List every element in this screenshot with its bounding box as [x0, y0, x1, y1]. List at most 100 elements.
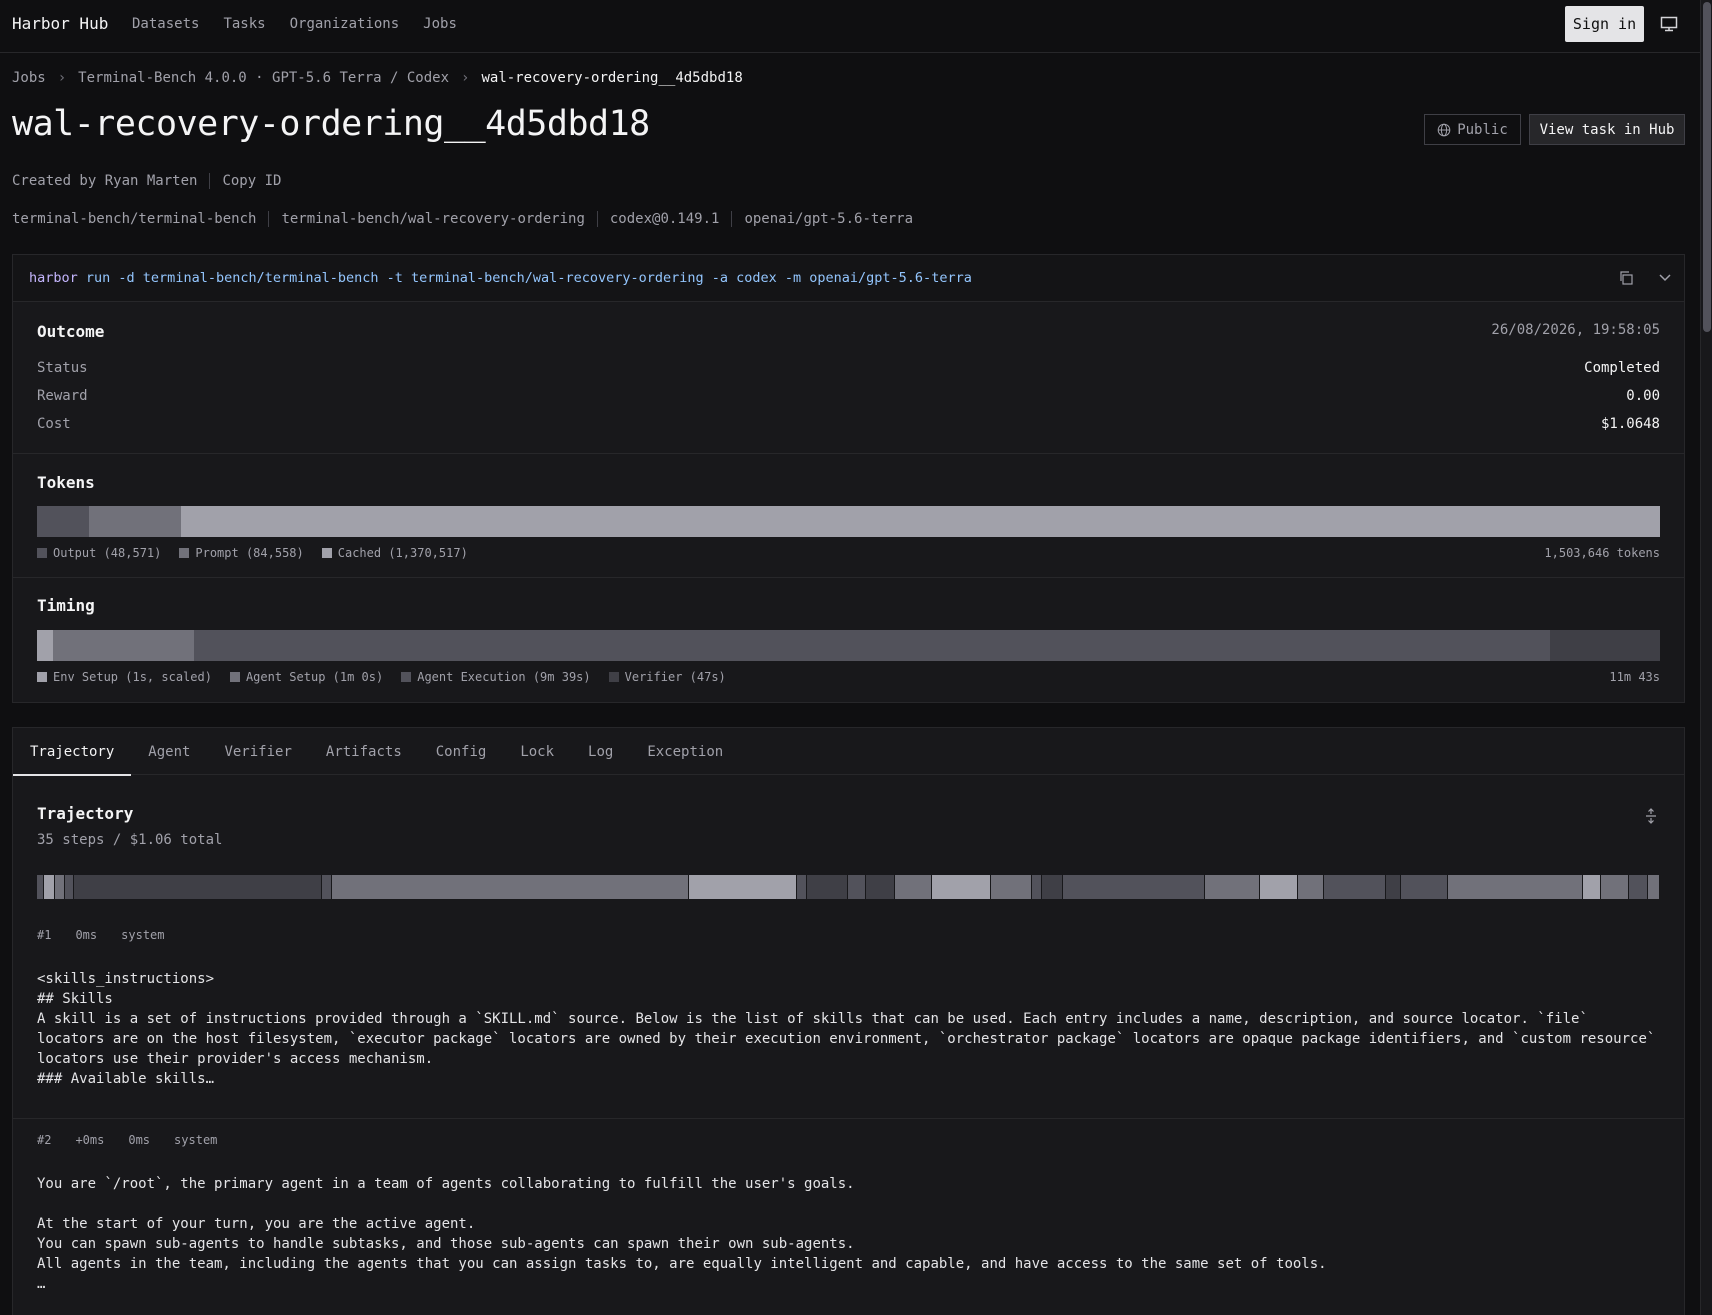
step-role: system [121, 928, 165, 942]
tab-verifier[interactable]: Verifier [207, 728, 308, 775]
step-segment[interactable] [894, 875, 933, 899]
tag-list: terminal-bench/terminal-bench terminal-b… [12, 211, 913, 227]
breadcrumb-current: wal-recovery-ordering__4d5dbd18 [481, 70, 743, 86]
nav-links: Datasets Tasks Organizations Jobs [132, 16, 457, 32]
step-header: #1 0ms system [37, 928, 165, 942]
copy-icon[interactable] [1618, 270, 1634, 286]
step-segment[interactable] [797, 875, 807, 899]
timing-segment[interactable] [194, 630, 1550, 661]
tokens-section: Tokens Output (48,571) Prompt (84,558) Cac… [13, 454, 1684, 578]
expand-collapse-icon[interactable] [1643, 808, 1659, 824]
trajectory-title: Trajectory [37, 804, 134, 823]
monitor-icon[interactable] [1660, 16, 1678, 32]
chevron-down-icon[interactable] [1658, 272, 1672, 284]
tab-log[interactable]: Log [571, 728, 630, 775]
timing-section: Timing Env Setup (1s, scaled) Agent Setup… [13, 578, 1684, 704]
page-scrollbar[interactable] [1700, 0, 1712, 1315]
tab-bar: Trajectory Agent Verifier Artifacts Conf… [13, 728, 1684, 776]
legend-swatch [321, 548, 332, 558]
tag-dataset[interactable]: terminal-bench/terminal-bench [12, 211, 256, 227]
step-segment[interactable] [1204, 875, 1261, 899]
timing-segment[interactable] [37, 630, 54, 661]
command-text[interactable]: harbor run -d terminal-bench/terminal-be… [29, 270, 972, 286]
nav-link-tasks[interactable]: Tasks [223, 16, 265, 32]
nav-link-organizations[interactable]: Organizations [290, 16, 400, 32]
tab-agent[interactable]: Agent [131, 728, 207, 775]
tab-lock[interactable]: Lock [503, 728, 571, 775]
tag-model: openai/gpt-5.6-terra [731, 211, 913, 227]
timing-legend-item: Verifier (47s) [608, 670, 726, 684]
step-segment[interactable] [806, 875, 848, 899]
legend-label: Env Setup (1s, scaled) [53, 670, 212, 684]
legend-swatch [229, 672, 240, 682]
tokens-bar [37, 506, 1660, 537]
tokens-segment[interactable] [180, 506, 1660, 537]
step-segment[interactable] [64, 875, 75, 899]
breadcrumb-job[interactable]: Terminal-Bench 4.0.0 · GPT-5.6 Terra / C… [78, 70, 449, 86]
step-content: You are `/root`, the primary agent in a … [37, 1176, 1327, 1292]
summary-card: harbor run -d terminal-bench/terminal-be… [12, 254, 1685, 703]
step-number: #2 [37, 1133, 52, 1147]
command-row: harbor run -d terminal-bench/terminal-be… [13, 255, 1684, 302]
tab-trajectory[interactable]: Trajectory [13, 728, 132, 776]
timing-segment[interactable] [1549, 630, 1660, 661]
timing-total: 11m 43s [1609, 670, 1660, 684]
step-segment[interactable] [332, 875, 690, 899]
step-segment[interactable] [1385, 875, 1401, 899]
step-segment[interactable] [1062, 875, 1205, 899]
step-segment[interactable] [54, 875, 65, 899]
tokens-legend-item: Prompt (84,558) [179, 546, 304, 560]
step-segment[interactable] [1628, 875, 1649, 899]
legend-swatch [179, 548, 190, 558]
created-by: Created by Ryan Marten [12, 173, 198, 189]
step-segment[interactable] [74, 875, 323, 899]
timing-bar [37, 630, 1660, 661]
step-segment[interactable] [1400, 875, 1448, 899]
status-value: Completed [1584, 360, 1660, 376]
tab-exception[interactable]: Exception [630, 728, 740, 775]
step-segment[interactable] [1031, 875, 1042, 899]
timing-legend-item: Agent Execution (9m 39s) [401, 670, 591, 684]
tab-artifacts[interactable]: Artifacts [309, 728, 419, 775]
step-segment[interactable] [322, 875, 333, 899]
nav-link-jobs[interactable]: Jobs [423, 16, 457, 32]
step-segment[interactable] [865, 875, 895, 899]
step-segment[interactable] [847, 875, 866, 899]
cost-label: Cost [37, 416, 71, 432]
step-duration: 0ms [128, 1133, 151, 1147]
scrollbar-thumb[interactable] [1703, 2, 1711, 332]
step-segment[interactable] [991, 875, 1032, 899]
breadcrumb-separator: › [461, 70, 470, 86]
tokens-legend: Output (48,571) Prompt (84,558) Cached (1,… [37, 546, 468, 560]
tokens-total: 1,503,646 tokens [1544, 546, 1660, 560]
step-segment[interactable] [1601, 875, 1629, 899]
breadcrumb-jobs[interactable]: Jobs [12, 70, 46, 86]
step-segment[interactable] [1260, 875, 1298, 899]
step-segment[interactable] [1648, 875, 1660, 899]
tokens-segment[interactable] [89, 506, 181, 537]
step-timeline-bar [37, 875, 1660, 899]
copy-id-button[interactable]: Copy ID [209, 173, 281, 189]
tab-config[interactable]: Config [419, 728, 504, 775]
step-segment[interactable] [1323, 875, 1386, 899]
brand-logo[interactable]: Harbor Hub [12, 14, 108, 33]
tokens-segment[interactable] [37, 506, 90, 537]
step-segment[interactable] [43, 875, 55, 899]
step-segment[interactable] [1583, 875, 1602, 899]
step-segment[interactable] [689, 875, 798, 899]
view-task-button[interactable]: View task in Hub [1529, 114, 1685, 145]
visibility-label: Public [1457, 121, 1508, 138]
step-segment[interactable] [932, 875, 992, 899]
legend-swatch [401, 672, 412, 682]
tag-task[interactable]: terminal-bench/wal-recovery-ordering [268, 211, 585, 227]
sign-in-button[interactable]: Sign in [1565, 6, 1644, 42]
step-segment[interactable] [1447, 875, 1584, 899]
nav-link-datasets[interactable]: Datasets [132, 16, 199, 32]
tokens-legend-item: Output (48,571) [37, 546, 161, 560]
step-segment[interactable] [1297, 875, 1324, 899]
trajectory-summary: 35 steps / $1.06 total [37, 832, 223, 848]
visibility-badge[interactable]: Public [1424, 114, 1521, 145]
step-role: system [174, 1133, 218, 1147]
step-segment[interactable] [1041, 875, 1063, 899]
timing-segment[interactable] [53, 630, 195, 661]
